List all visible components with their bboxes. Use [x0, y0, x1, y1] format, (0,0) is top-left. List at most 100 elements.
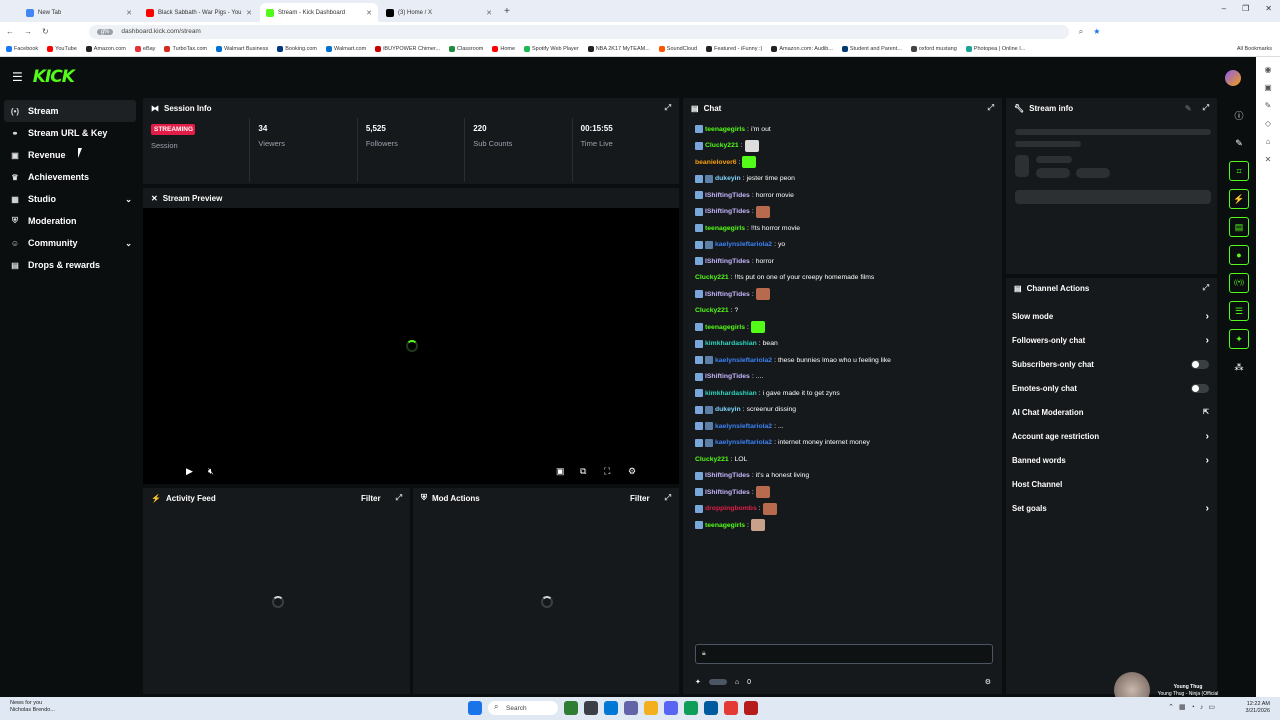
app-icon[interactable] — [564, 701, 578, 715]
bookmark-item[interactable]: Amazon.com — [85, 45, 126, 52]
chevron-right-icon[interactable]: › — [1206, 431, 1209, 442]
browser-tab[interactable]: Black Sabbath - War Pigs - You ✕ — [140, 3, 258, 22]
bookmark-item[interactable]: Photopea | Online I... — [965, 45, 1025, 52]
sidebar-item-stream-url-key[interactable]: ⚭ Stream URL & Key — [4, 122, 136, 144]
emote-picker-icon[interactable]: ✦ — [695, 678, 701, 686]
bookmark-item[interactable]: Walmart.com — [326, 45, 366, 52]
url-field[interactable]: g% dashboard.kick.com/stream — [88, 24, 1069, 39]
sidebar-item-revenue[interactable]: ▣ Revenue — [4, 144, 136, 166]
wrench-icon[interactable]: ✦ — [1229, 329, 1249, 349]
system-tray-icons[interactable]: ⌃▦◔♪▭ — [1168, 703, 1220, 711]
chat-username[interactable]: kaelynsleftariola2 — [715, 241, 772, 248]
side-icon[interactable]: ◉ — [1265, 65, 1272, 74]
expand-icon[interactable]: ⤢ — [1203, 283, 1209, 293]
chat-username[interactable]: kaelynsleftariola2 — [715, 439, 772, 446]
chat-username[interactable]: teenagegirls — [705, 225, 745, 232]
sidebar-item-community[interactable]: ☺ Community ⌄ — [4, 232, 136, 254]
windows-start-icon[interactable] — [468, 701, 482, 715]
chat-username[interactable]: beanielover6 — [695, 159, 737, 166]
window-control-icon[interactable]: ✕ — [1265, 4, 1272, 13]
pip-icon[interactable]: ⧉ — [580, 466, 586, 477]
toggle-switch[interactable] — [1191, 383, 1209, 393]
expand-icon[interactable]: ⤢ — [665, 493, 671, 503]
bookmark-item[interactable]: SoundCloud — [658, 45, 697, 52]
channel-action-subscribers-only-chat[interactable]: Subscribers-only chat — [1006, 352, 1217, 376]
browser-tab[interactable]: (3) Home / X ✕ — [380, 3, 498, 22]
chevron-down-icon[interactable]: ⌄ — [125, 195, 132, 204]
chevron-right-icon[interactable]: › — [1206, 311, 1209, 322]
nodes-icon[interactable]: ⁂ — [1229, 357, 1249, 377]
bookmark-item[interactable]: Facebook — [6, 45, 38, 52]
close-icon[interactable]: ✕ — [151, 194, 158, 203]
expand-icon[interactable]: ⤢ — [988, 103, 994, 113]
chat-username[interactable]: teenagegirls — [705, 522, 745, 529]
sidebar-item-moderation[interactable]: ⛨ Moderation — [4, 210, 136, 232]
side-icon[interactable]: ◇ — [1265, 119, 1271, 128]
document-icon[interactable]: ▤ — [1229, 217, 1249, 237]
chat-username[interactable]: teenagegirls — [705, 324, 745, 331]
chat-username[interactable]: IShiftingTides — [705, 291, 750, 298]
side-icon[interactable]: ✕ — [1265, 155, 1272, 164]
tab-close-icon[interactable]: ✕ — [366, 9, 372, 17]
filter-button[interactable]: Filter — [361, 494, 381, 503]
app-icon[interactable] — [744, 701, 758, 715]
tab-close-icon[interactable]: ✕ — [246, 9, 252, 17]
bookmark-item[interactable]: eBay — [134, 45, 155, 52]
chat-bubble-icon[interactable]: ● — [1229, 245, 1249, 265]
back-icon[interactable]: ← — [6, 27, 14, 36]
channel-action-set-goals[interactable]: Set goals › — [1006, 496, 1217, 520]
chat-username[interactable]: kaelynsleftariola2 — [715, 423, 772, 430]
bookmark-item[interactable]: TurboTax.com — [164, 45, 207, 52]
bookmark-item[interactable]: YouTube — [47, 45, 77, 52]
theater-icon[interactable]: ▣ — [556, 466, 565, 477]
channel-action-followers-only-chat[interactable]: Followers-only chat › — [1006, 328, 1217, 352]
chat-username[interactable]: IShiftingTides — [705, 258, 750, 265]
chevron-right-icon[interactable]: › — [1206, 455, 1209, 466]
toggle-switch[interactable] — [1191, 359, 1209, 369]
url-chip[interactable]: g% — [96, 28, 114, 35]
chat-username[interactable]: Clucky221 — [695, 456, 729, 463]
chat-username[interactable]: IShiftingTides — [705, 373, 750, 380]
sidebar-item-drops-rewards[interactable]: ▤ Drops & rewards — [4, 254, 136, 276]
browser-tab[interactable]: Stream - Kick Dashboard ✕ — [260, 3, 378, 22]
chat-settings-icon[interactable]: ⚙ — [985, 678, 991, 686]
chat-username[interactable]: kimkhardashian — [705, 390, 757, 397]
browser-tab[interactable]: New Tab ✕ — [20, 3, 138, 22]
info-icon[interactable]: ⓘ — [1229, 105, 1249, 125]
side-icon[interactable]: ⌂ — [1266, 137, 1271, 146]
channel-action-emotes-only-chat[interactable]: Emotes-only chat — [1006, 376, 1217, 400]
chat-username[interactable]: Clucky221 — [695, 274, 729, 281]
filter-button[interactable]: Filter — [630, 494, 650, 503]
news-widget[interactable]: News for you Nicholas Brendo... — [10, 700, 55, 714]
window-control-icon[interactable]: ❐ — [1242, 4, 1249, 13]
tab-close-icon[interactable]: ✕ — [486, 9, 492, 17]
bookmark-item[interactable]: Booking.com — [277, 45, 317, 52]
side-icon[interactable]: ▣ — [1264, 83, 1272, 92]
channel-action-account-age-restriction[interactable]: Account age restriction › — [1006, 424, 1217, 448]
chat-username[interactable]: Clucky221 — [705, 142, 739, 149]
reload-icon[interactable]: ↻ — [42, 27, 49, 36]
forward-icon[interactable]: → — [24, 27, 32, 36]
chat-username[interactable]: Clucky221 — [695, 307, 729, 314]
chat-username[interactable]: dukeyin — [715, 406, 741, 413]
pencil-icon[interactable]: ✎ — [1229, 133, 1249, 153]
bookmark-item[interactable]: Home — [492, 45, 515, 52]
chevron-right-icon[interactable]: › — [1206, 503, 1209, 514]
chat-username[interactable]: IShiftingTides — [705, 192, 750, 199]
store-icon[interactable]: ⌂ — [735, 679, 739, 686]
chevron-down-icon[interactable]: ⌄ — [125, 239, 132, 248]
expand-icon[interactable]: ⤢ — [1203, 103, 1209, 113]
app-icon[interactable] — [644, 701, 658, 715]
channel-action-host-channel[interactable]: Host Channel — [1006, 472, 1217, 496]
app-icon[interactable] — [584, 701, 598, 715]
bookmark-item[interactable]: Student and Parent... — [841, 45, 902, 52]
chat-username[interactable]: droppingbombs — [705, 505, 757, 512]
app-icon[interactable] — [704, 701, 718, 715]
layers-icon[interactable]: ☰ — [1229, 301, 1249, 321]
avatar[interactable] — [1225, 70, 1241, 86]
lightning-icon[interactable]: ⚡ — [1229, 189, 1249, 209]
hamburger-icon[interactable]: ☰ — [12, 70, 23, 84]
play-icon[interactable]: ▶ — [186, 466, 193, 477]
chart-icon[interactable]: ⇱ — [1203, 408, 1209, 416]
broadcast-icon[interactable]: ((•)) — [1229, 273, 1249, 293]
